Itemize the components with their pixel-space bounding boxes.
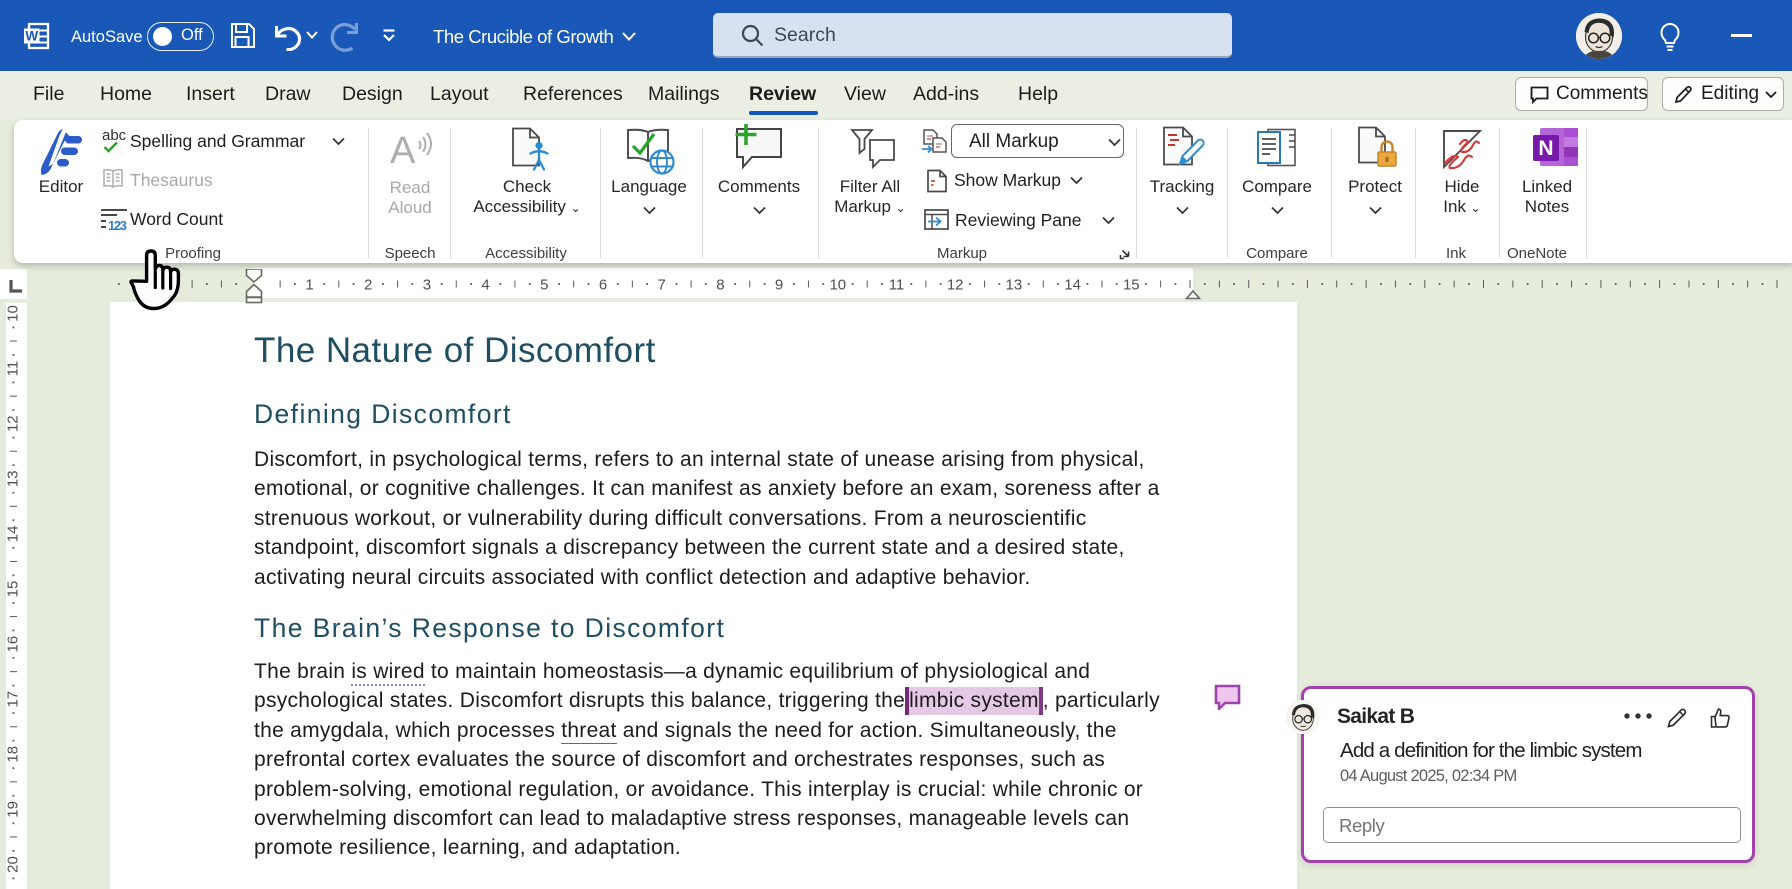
svg-text:20: 20 [4,856,21,873]
svg-text:18: 18 [4,746,21,763]
svg-text:1: 1 [305,277,313,294]
svg-text:5: 5 [540,277,548,294]
svg-text:3: 3 [423,277,431,294]
svg-text:11: 11 [889,277,905,294]
svg-text:15: 15 [1123,277,1140,294]
svg-text:8: 8 [716,277,724,294]
svg-text:6: 6 [599,277,607,294]
svg-text:N: N [1538,137,1553,160]
svg-text:2: 2 [364,277,372,294]
svg-text:13: 13 [4,470,21,487]
svg-text:A: A [390,130,416,171]
svg-text:123: 123 [108,218,127,231]
svg-text:17: 17 [4,691,21,708]
svg-text:16: 16 [4,636,21,653]
svg-text:W: W [25,29,38,44]
svg-text:13: 13 [1006,277,1023,294]
svg-text:10: 10 [4,305,21,322]
svg-text:15: 15 [4,581,21,598]
svg-text:11: 11 [4,361,21,377]
svg-text:19: 19 [4,801,21,818]
svg-text:12: 12 [4,415,21,432]
svg-text:7: 7 [658,277,666,294]
svg-text:10: 10 [829,277,846,294]
svg-text:14: 14 [4,526,21,543]
svg-text:14: 14 [1064,277,1081,294]
svg-text:9: 9 [775,277,783,294]
svg-text:4: 4 [481,277,489,294]
svg-text:12: 12 [947,277,964,294]
